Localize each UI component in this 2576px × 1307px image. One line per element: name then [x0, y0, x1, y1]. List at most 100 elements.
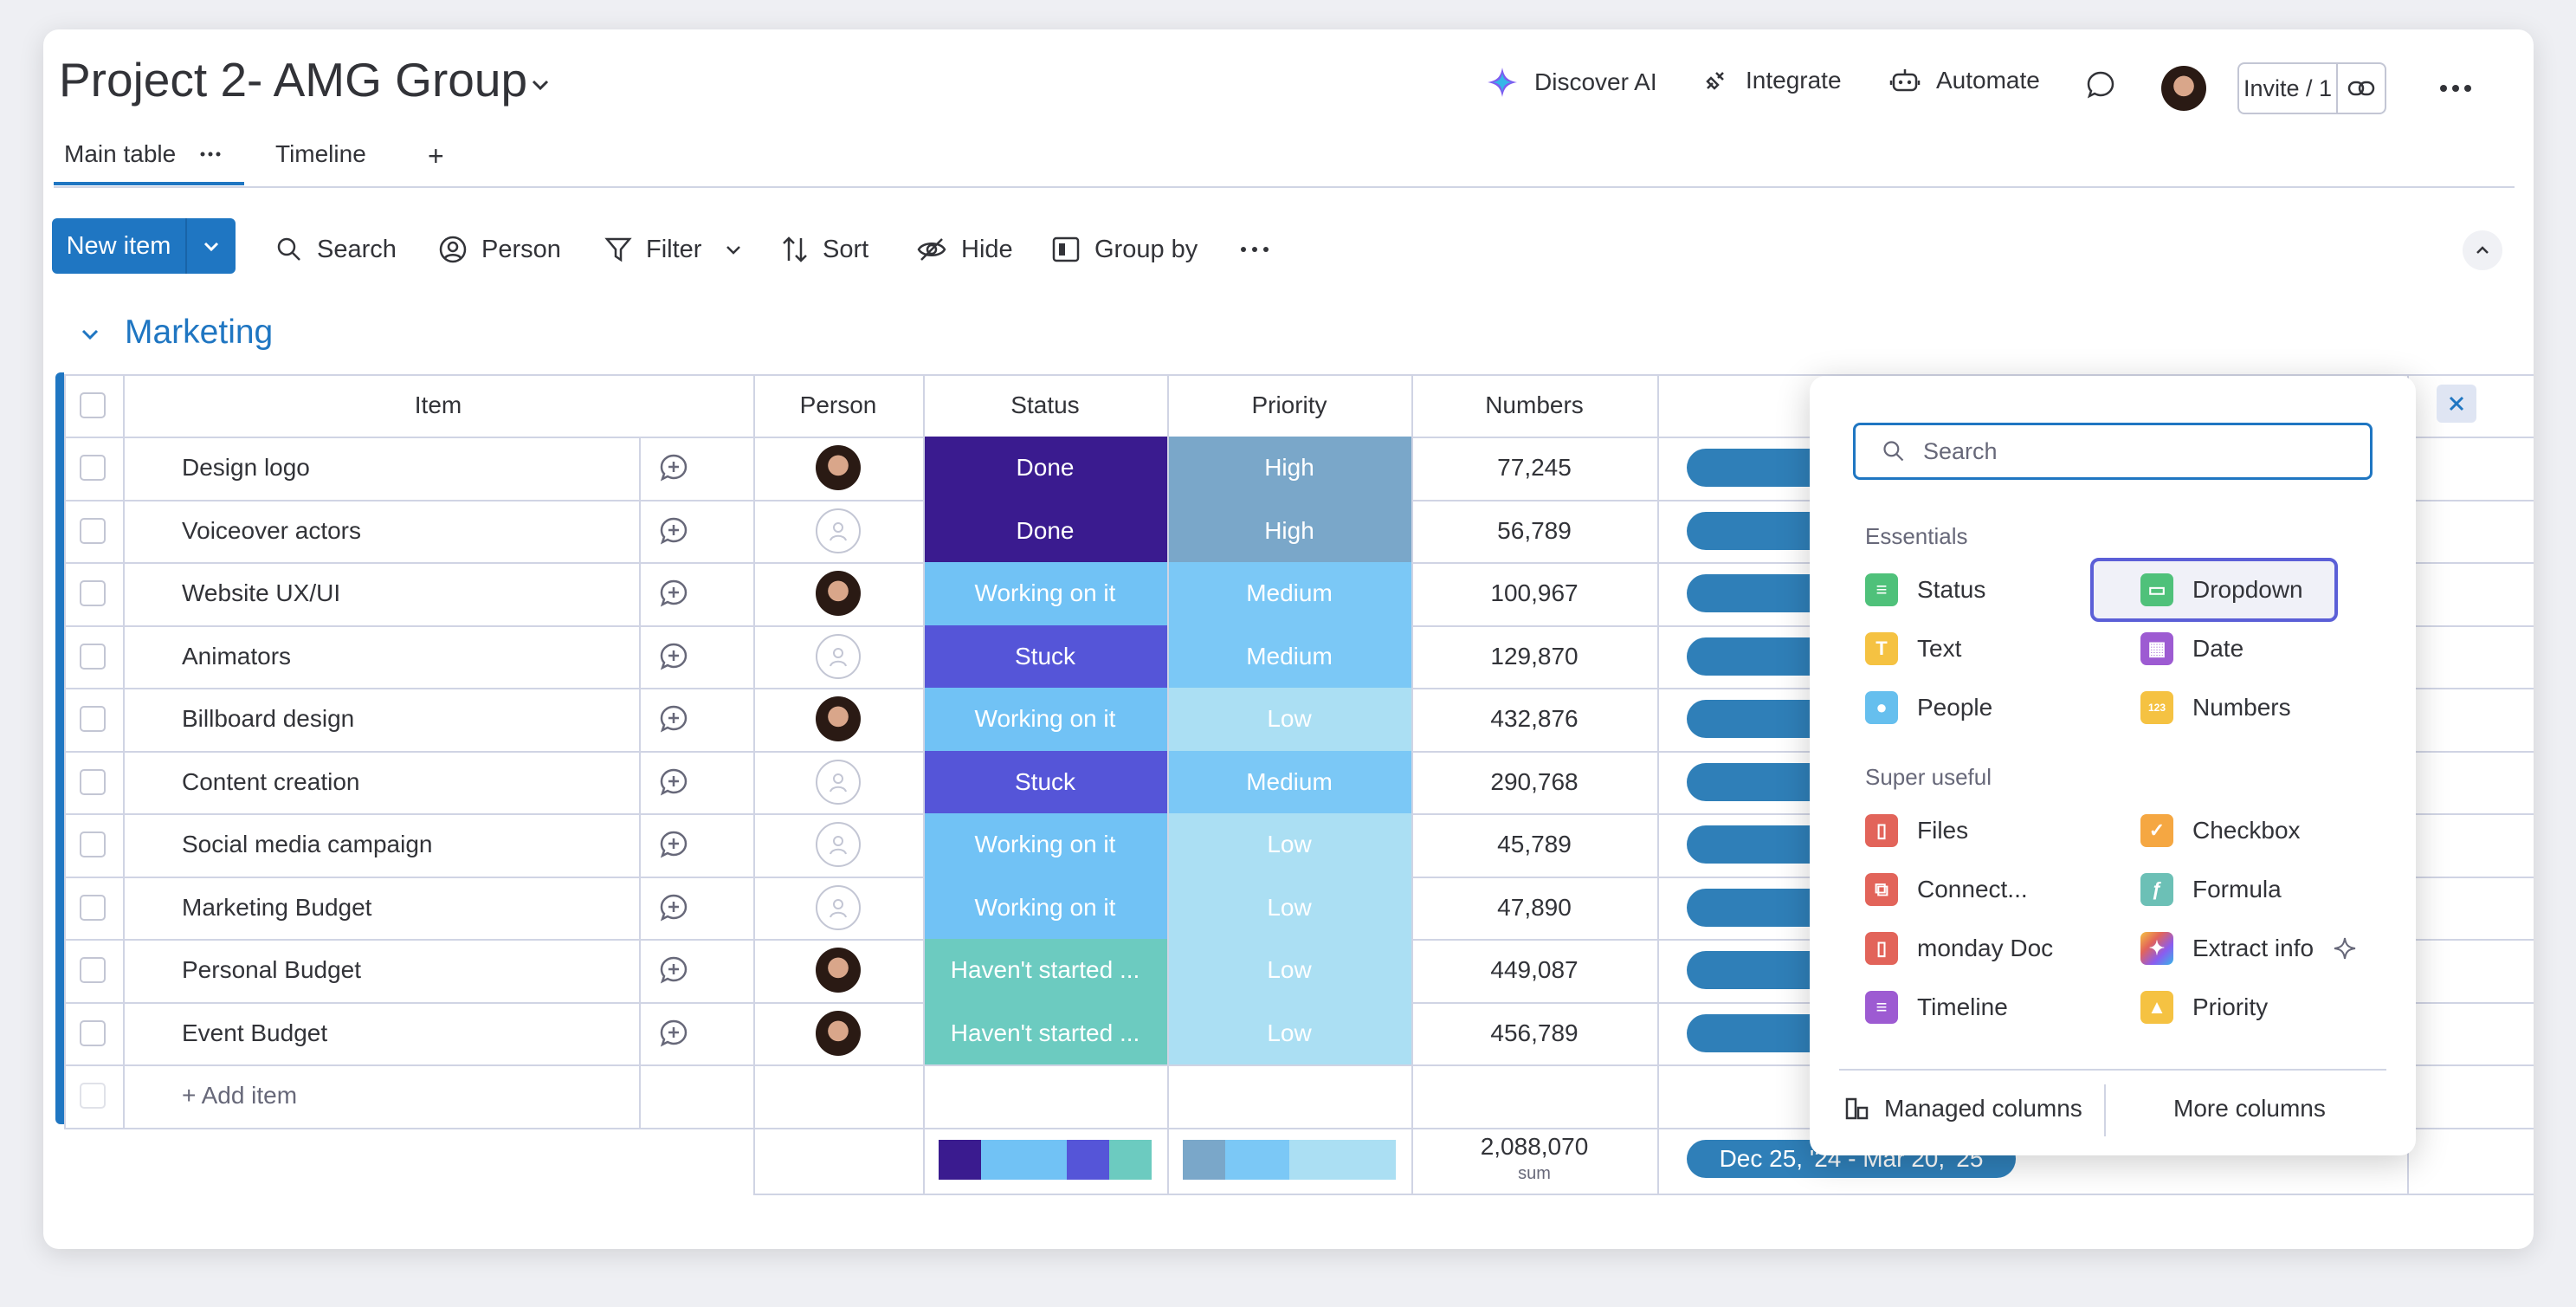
- column-type-extract-info[interactable]: ✦ Extract info: [2140, 932, 2357, 965]
- column-type-connect[interactable]: ⧉ Connect...: [1865, 873, 2028, 906]
- item-name[interactable]: Design logo: [182, 437, 310, 500]
- priority-cell[interactable]: Low: [1167, 939, 1411, 1002]
- column-type-people[interactable]: ● People: [1865, 691, 1992, 724]
- add-update-icon[interactable]: [658, 954, 689, 986]
- column-type-monday-doc[interactable]: ▯ monday Doc: [1865, 932, 2053, 965]
- numbers-cell[interactable]: 456,789: [1411, 1002, 1657, 1065]
- item-name[interactable]: Social media campaign: [182, 813, 433, 877]
- row-checkbox[interactable]: [80, 831, 106, 857]
- status-cell[interactable]: Working on it: [923, 876, 1167, 939]
- column-header-item[interactable]: Item: [123, 374, 753, 437]
- status-cell[interactable]: Working on it: [923, 813, 1167, 877]
- person-avatar[interactable]: [816, 445, 861, 490]
- row-checkbox[interactable]: [80, 1019, 106, 1046]
- item-name[interactable]: Personal Budget: [182, 939, 361, 1002]
- empty-person-icon[interactable]: [816, 508, 861, 553]
- column-type-date[interactable]: ▦ Date: [2140, 632, 2244, 665]
- column-type-files[interactable]: ▯ Files: [1865, 814, 1968, 847]
- row-checkbox[interactable]: [80, 957, 106, 983]
- add-update-icon[interactable]: [658, 703, 689, 734]
- column-search-input[interactable]: Search: [1853, 423, 2373, 480]
- dropdown-icon: ▭: [2140, 573, 2173, 606]
- add-update-icon[interactable]: [658, 515, 689, 547]
- add-item-button[interactable]: + Add item: [182, 1064, 297, 1128]
- empty-person-icon[interactable]: [816, 759, 861, 805]
- numbers-cell[interactable]: 56,789: [1411, 500, 1657, 563]
- person-avatar[interactable]: [816, 571, 861, 616]
- priority-cell[interactable]: Low: [1167, 688, 1411, 751]
- numbers-cell[interactable]: 45,789: [1411, 813, 1657, 877]
- numbers-cell[interactable]: 77,245: [1411, 437, 1657, 500]
- numbers-cell[interactable]: 290,768: [1411, 751, 1657, 814]
- priority-cell[interactable]: High: [1167, 499, 1411, 562]
- numbers-cell[interactable]: 129,870: [1411, 625, 1657, 689]
- priority-cell[interactable]: High: [1167, 437, 1411, 500]
- column-type-status[interactable]: ≡ Status: [1865, 573, 1985, 606]
- add-update-icon[interactable]: [658, 1018, 689, 1049]
- managed-columns-button[interactable]: Managed columns: [1844, 1095, 2082, 1123]
- numbers-cell[interactable]: 100,967: [1411, 562, 1657, 625]
- add-update-icon[interactable]: [658, 452, 689, 483]
- status-cell[interactable]: Stuck: [923, 624, 1167, 688]
- column-type-formula[interactable]: ƒ Formula: [2140, 873, 2282, 906]
- row-checkbox[interactable]: [80, 768, 106, 795]
- numbers-cell[interactable]: 47,890: [1411, 877, 1657, 940]
- column-type-label: Date: [2192, 635, 2244, 662]
- column-type-text[interactable]: T Text: [1865, 632, 1961, 665]
- priority-cell[interactable]: Low: [1167, 876, 1411, 939]
- more-columns-button[interactable]: More columns: [2173, 1095, 2326, 1123]
- item-name[interactable]: Voiceover actors: [182, 500, 361, 563]
- priority-cell[interactable]: Low: [1167, 1001, 1411, 1064]
- add-update-icon[interactable]: [658, 829, 689, 860]
- column-type-timeline[interactable]: ≡ Timeline: [1865, 991, 2008, 1024]
- status-cell[interactable]: Haven't started ...: [923, 939, 1167, 1002]
- column-type-checkbox[interactable]: ✓ Checkbox: [2140, 814, 2301, 847]
- row-checkbox[interactable]: [80, 894, 106, 921]
- column-type-dropdown[interactable]: ▭ Dropdown: [2140, 573, 2303, 606]
- close-popup-icon[interactable]: [2437, 385, 2476, 423]
- status-cell[interactable]: Stuck: [923, 750, 1167, 813]
- item-name[interactable]: Billboard design: [182, 688, 354, 751]
- person-avatar[interactable]: [816, 696, 861, 741]
- priority-summary-segment: [1289, 1139, 1396, 1180]
- column-header-person[interactable]: Person: [753, 374, 923, 437]
- status-cell[interactable]: Working on it: [923, 688, 1167, 751]
- priority-cell[interactable]: Medium: [1167, 562, 1411, 625]
- priority-cell[interactable]: Medium: [1167, 624, 1411, 688]
- column-header-priority[interactable]: Priority: [1167, 374, 1411, 437]
- column-type-numbers[interactable]: 123 Numbers: [2140, 691, 2291, 724]
- column-type-priority[interactable]: ▲ Priority: [2140, 991, 2268, 1024]
- item-name[interactable]: Event Budget: [182, 1002, 327, 1065]
- row-checkbox[interactable]: [80, 517, 106, 544]
- column-header-status[interactable]: Status: [923, 374, 1167, 437]
- status-cell[interactable]: Done: [923, 499, 1167, 562]
- add-update-icon[interactable]: [658, 892, 689, 923]
- status-icon: ≡: [1865, 573, 1898, 606]
- status-cell[interactable]: Haven't started ...: [923, 1001, 1167, 1064]
- priority-cell[interactable]: Low: [1167, 813, 1411, 877]
- priority-cell[interactable]: Medium: [1167, 750, 1411, 813]
- row-checkbox[interactable]: [80, 706, 106, 732]
- column-header-numbers[interactable]: Numbers: [1411, 374, 1657, 437]
- status-cell[interactable]: Working on it: [923, 562, 1167, 625]
- item-name[interactable]: Content creation: [182, 751, 359, 814]
- empty-person-icon[interactable]: [816, 884, 861, 930]
- select-all-checkbox[interactable]: [80, 392, 106, 418]
- row-checkbox[interactable]: [80, 580, 106, 606]
- add-update-icon[interactable]: [658, 641, 689, 672]
- priority-summary-segment: [1225, 1139, 1289, 1180]
- empty-person-icon[interactable]: [816, 822, 861, 867]
- item-name[interactable]: Animators: [182, 625, 291, 689]
- empty-person-icon[interactable]: [816, 633, 861, 679]
- add-update-icon[interactable]: [658, 767, 689, 798]
- item-name[interactable]: Marketing Budget: [182, 877, 371, 940]
- numbers-cell[interactable]: 432,876: [1411, 688, 1657, 751]
- person-avatar[interactable]: [816, 948, 861, 993]
- person-avatar[interactable]: [816, 1010, 861, 1056]
- row-checkbox[interactable]: [80, 455, 106, 481]
- numbers-cell[interactable]: 449,087: [1411, 939, 1657, 1002]
- row-checkbox[interactable]: [80, 643, 106, 670]
- item-name[interactable]: Website UX/UI: [182, 562, 340, 625]
- status-cell[interactable]: Done: [923, 437, 1167, 500]
- add-update-icon[interactable]: [658, 578, 689, 609]
